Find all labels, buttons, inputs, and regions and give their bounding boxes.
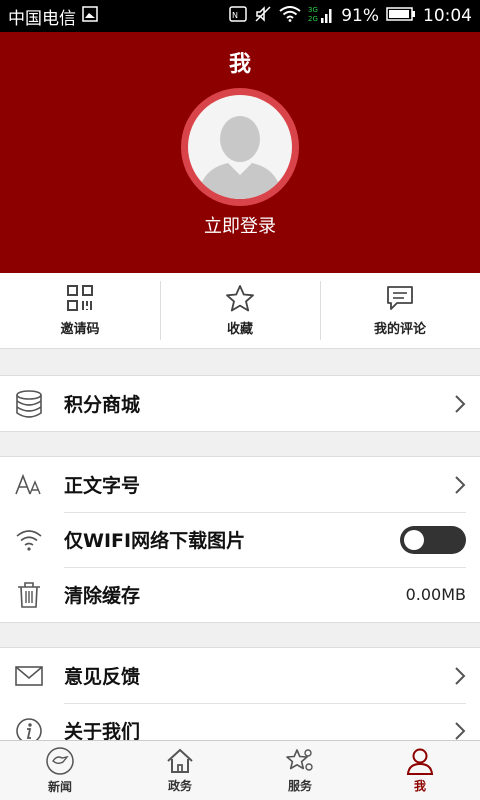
avatar[interactable] — [181, 88, 299, 206]
font-size-icon — [14, 470, 44, 500]
signal-icon: 3G 2G — [308, 4, 334, 29]
chevron-right-icon — [454, 666, 466, 686]
settings-group: 正文字号 仅WIFI网络下载图片 清除缓存 0.00MB — [0, 456, 480, 623]
clear-cache-row[interactable]: 清除缓存 0.00MB — [0, 567, 480, 622]
profile-header: 我 立即登录 — [0, 32, 480, 273]
toggle-knob — [404, 529, 424, 550]
bottom-tab-bar: 新闻 政务 服务 我 — [0, 740, 480, 800]
mail-icon — [14, 661, 44, 691]
wifi-icon — [279, 5, 301, 27]
chevron-right-icon — [454, 394, 466, 414]
points-mall-label: 积分商城 — [64, 394, 141, 416]
feedback-label: 意见反馈 — [64, 666, 141, 688]
user-icon — [406, 748, 434, 775]
battery-percent: 91% — [341, 6, 379, 26]
news-icon — [46, 747, 74, 775]
feedback-row[interactable]: 意见反馈 — [0, 648, 480, 703]
page-title: 我 — [228, 52, 251, 77]
chevron-right-icon — [454, 475, 466, 495]
battery-icon — [386, 6, 416, 27]
clear-cache-label: 清除缓存 — [64, 585, 141, 607]
cache-size-value: 0.00MB — [405, 585, 466, 604]
wifi-icon — [14, 525, 44, 555]
default-avatar-icon — [198, 116, 282, 199]
font-size-label: 正文字号 — [64, 475, 141, 497]
my-comments-button[interactable]: 我的评论 — [320, 273, 480, 348]
invite-code-button[interactable]: 邀请码 — [0, 273, 160, 348]
tab-government[interactable]: 政务 — [120, 741, 240, 800]
service-icon — [286, 749, 313, 771]
points-mall-row[interactable]: 积分商城 — [0, 376, 480, 431]
wifi-only-images-label: 仅WIFI网络下载图片 — [64, 530, 246, 552]
wifi-only-images-row: 仅WIFI网络下载图片 — [0, 512, 480, 567]
my-comments-label: 我的评论 — [373, 322, 426, 337]
wifi-only-images-toggle[interactable] — [400, 525, 466, 554]
invite-code-label: 邀请码 — [60, 322, 100, 337]
database-icon — [14, 389, 44, 419]
svg-text:3G: 3G — [308, 6, 318, 14]
status-bar: 中国电信 N 3G 2G 91% 10:04 — [0, 0, 480, 32]
trash-icon — [14, 580, 44, 610]
image-notification-icon — [82, 5, 98, 27]
svg-text:2G: 2G — [308, 15, 318, 23]
qr-code-icon — [67, 285, 93, 311]
tab-news[interactable]: 新闻 — [0, 741, 120, 800]
tab-government-label: 政务 — [167, 779, 192, 793]
quick-actions: 邀请码 收藏 我的评论 — [0, 273, 480, 349]
comment-icon — [387, 286, 413, 310]
clock: 10:04 — [423, 6, 472, 26]
star-icon — [226, 285, 254, 312]
mall-group: 积分商城 — [0, 375, 480, 432]
favorites-label: 收藏 — [226, 322, 253, 337]
favorites-button[interactable]: 收藏 — [160, 273, 320, 348]
svg-text:N: N — [232, 11, 238, 20]
chevron-right-icon — [454, 721, 466, 741]
tab-me[interactable]: 我 — [360, 741, 480, 800]
carrier-label: 中国电信 — [8, 8, 76, 29]
login-link[interactable]: 立即登录 — [0, 212, 480, 238]
nfc-icon: N — [229, 5, 247, 27]
tab-news-label: 新闻 — [47, 780, 72, 794]
mute-icon — [254, 5, 272, 28]
tab-service-label: 服务 — [287, 779, 312, 793]
home-icon — [167, 748, 193, 773]
tab-service[interactable]: 服务 — [240, 741, 360, 800]
tab-me-label: 我 — [413, 779, 426, 793]
font-size-row[interactable]: 正文字号 — [0, 457, 480, 512]
